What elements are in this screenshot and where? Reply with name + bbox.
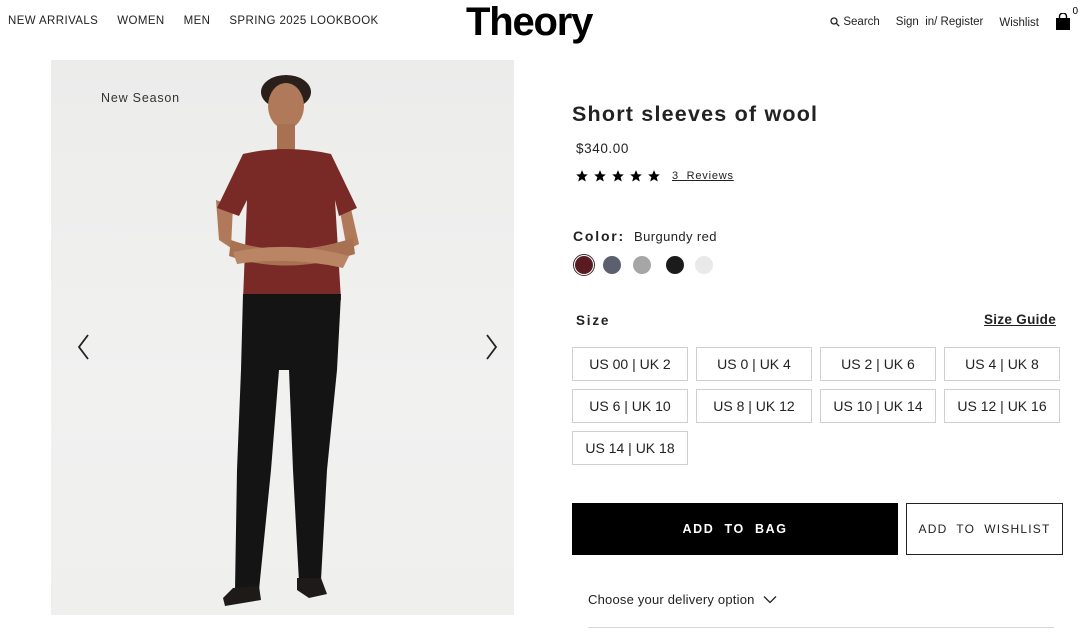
swatch-white[interactable]	[695, 256, 713, 274]
search-button[interactable]: Search	[830, 16, 880, 28]
chevron-down-icon	[763, 596, 777, 604]
color-swatches	[573, 254, 733, 276]
add-to-bag-button[interactable]: ADD TO BAG	[572, 503, 898, 555]
new-season-badge: New Season	[101, 91, 180, 105]
signin-register-link[interactable]: Sign in/ Register	[896, 16, 984, 28]
nav-men[interactable]: MEN	[184, 15, 211, 27]
nav-women[interactable]: WOMEN	[117, 15, 164, 27]
swatch-black[interactable]	[666, 256, 684, 274]
wishlist-link[interactable]: Wishlist	[999, 17, 1039, 29]
chevron-right-icon	[486, 334, 498, 360]
swatch-slate[interactable]	[603, 256, 621, 274]
size-option[interactable]: US 00 | UK 2	[572, 347, 688, 381]
product-price: $340.00	[576, 141, 629, 156]
chevron-left-icon	[77, 334, 89, 360]
star-icon	[648, 170, 660, 182]
shopping-bag-button[interactable]: 0	[1053, 6, 1078, 32]
size-option[interactable]: US 2 | UK 6	[820, 347, 936, 381]
wishlist-label: Wishlist	[999, 17, 1039, 29]
signin-label: Sign in/ Register	[895, 16, 984, 28]
size-guide-link[interactable]: Size Guide	[984, 312, 1056, 327]
swatch-grey[interactable]	[633, 256, 651, 274]
size-option[interactable]: US 14 | UK 18	[572, 431, 688, 465]
delivery-label: Choose your delivery option	[588, 592, 755, 607]
size-option[interactable]: US 6 | UK 10	[572, 389, 688, 423]
utility-nav: Search Sign in/ Register Wishlist 0	[830, 6, 1078, 32]
size-option[interactable]: US 0 | UK 4	[696, 347, 812, 381]
color-value: Burgundy red	[634, 229, 717, 244]
size-options: US 00 | UK 2 US 0 | UK 4 US 2 | UK 6 US …	[572, 347, 1062, 465]
search-label: Search	[843, 16, 880, 28]
color-row: Color: Burgundy red	[573, 228, 717, 244]
star-icon	[594, 170, 606, 182]
nav-lookbook[interactable]: SPRING 2025 LOOKBOOK	[229, 15, 378, 27]
shopping-bag-icon	[1056, 13, 1070, 30]
main-nav: NEW ARRIVALS WOMEN MEN SPRING 2025 LOOKB…	[8, 15, 379, 27]
size-option[interactable]: US 4 | UK 8	[944, 347, 1060, 381]
brand-logo[interactable]: Theory	[466, 0, 593, 44]
delivery-option-toggle[interactable]: Choose your delivery option	[588, 592, 777, 607]
star-icon	[612, 170, 624, 182]
color-label: Color:	[573, 228, 626, 244]
product-rating: 3 Reviews	[575, 169, 734, 183]
prev-image-button[interactable]	[73, 332, 97, 362]
search-icon	[830, 17, 841, 27]
swatch-burgundy-red[interactable]	[573, 254, 595, 276]
product-image[interactable]: New Season	[51, 60, 514, 615]
size-option[interactable]: US 10 | UK 14	[820, 389, 936, 423]
next-image-button[interactable]	[478, 332, 502, 362]
size-option[interactable]: US 8 | UK 12	[696, 389, 812, 423]
size-option[interactable]: US 12 | UK 16	[944, 389, 1060, 423]
add-to-wishlist-button[interactable]: ADD TO WISHLIST	[906, 503, 1063, 555]
model-photo	[216, 75, 359, 606]
reviews-link[interactable]: 3 Reviews	[672, 170, 734, 182]
rating-stars	[575, 169, 661, 183]
star-icon	[630, 170, 642, 182]
nav-new-arrivals[interactable]: NEW ARRIVALS	[8, 15, 98, 27]
star-icon	[576, 170, 588, 182]
divider	[588, 627, 1054, 628]
product-title: Short sleeves of wool	[572, 102, 819, 126]
bag-count: 0	[1072, 6, 1078, 17]
size-label: Size	[576, 313, 611, 328]
